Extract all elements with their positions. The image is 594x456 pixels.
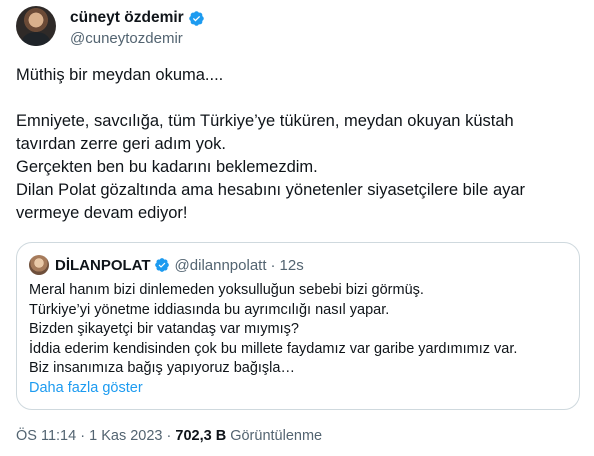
quoted-line: İddia ederim kendisinden çok bu millete … xyxy=(29,340,518,357)
tweet-text: Müthiş bir meydan okuma.... Emniyete, sa… xyxy=(16,64,576,225)
author-names: cüneyt özdemir @cuneytozdemir xyxy=(70,8,205,47)
quoted-line: Bizden şikayetçi bir vatandaş var mıymış… xyxy=(29,321,299,337)
tweet-line: tavırdan zerre geri adım yok. xyxy=(16,135,227,153)
tweet-line: vermeye devam ediyor! xyxy=(16,204,188,222)
tweet-line: Gerçekten ben bu kadarını beklemezdim. xyxy=(16,158,318,176)
tweet-date[interactable]: 1 Kas 2023 xyxy=(89,428,162,444)
quoted-timestamp: 12s xyxy=(279,256,304,274)
tweet-line: Emniyete, savcılığa, tüm Türkiye’ye tükü… xyxy=(16,112,514,130)
tweet-meta: ÖS 11:14 · 1 Kas 2023 · 702,3 B Görüntül… xyxy=(16,428,322,444)
display-name-row: cüneyt özdemir xyxy=(70,8,205,28)
tweet-header: cüneyt özdemir @cuneytozdemir xyxy=(16,6,576,48)
quoted-author-avatar xyxy=(29,255,49,275)
tweet-line: Dilan Polat gözaltında ama hesabını yöne… xyxy=(16,181,526,199)
view-count-label: Görüntülenme xyxy=(230,428,323,444)
quoted-separator: · xyxy=(270,256,276,274)
quoted-tweet[interactable]: DİLANPOLAT @dilannpolatt · 12s Meral han… xyxy=(16,242,580,410)
quoted-author-display-name: DİLANPOLAT xyxy=(55,256,151,274)
verified-badge-icon[interactable] xyxy=(188,10,205,27)
quoted-line: Meral hanım bizi dinlemeden yoksulluğun … xyxy=(29,282,424,298)
author-handle[interactable]: @cuneytozdemir xyxy=(70,30,205,47)
meta-separator: · xyxy=(80,428,86,444)
quoted-tweet-header: DİLANPOLAT @dilannpolatt · 12s xyxy=(29,255,304,275)
quoted-tweet-text: Meral hanım bizi dinlemeden yoksulluğun … xyxy=(29,281,569,398)
quoted-line: Biz insanımıza bağış yapıyoruz bağışla… xyxy=(29,360,295,376)
tweet-line: Müthiş bir meydan okuma.... xyxy=(16,66,224,84)
meta-separator: · xyxy=(166,428,172,444)
view-count[interactable]: 702,3 B xyxy=(175,428,226,444)
tweet-card: cüneyt özdemir @cuneytozdemir Müthiş bir… xyxy=(0,0,594,456)
tweet-line-gap xyxy=(16,87,576,110)
tweet-time[interactable]: ÖS 11:14 xyxy=(16,428,76,444)
author-avatar[interactable] xyxy=(16,6,56,46)
quoted-line: Türkiye’yi yönetme iddiasında bu ayrımcı… xyxy=(29,301,390,318)
show-more-link[interactable]: Daha fazla göster xyxy=(29,379,569,399)
author-display-name[interactable]: cüneyt özdemir xyxy=(70,9,184,27)
verified-badge-icon xyxy=(154,257,170,273)
quoted-author-handle: @dilannpolatt xyxy=(174,256,267,274)
